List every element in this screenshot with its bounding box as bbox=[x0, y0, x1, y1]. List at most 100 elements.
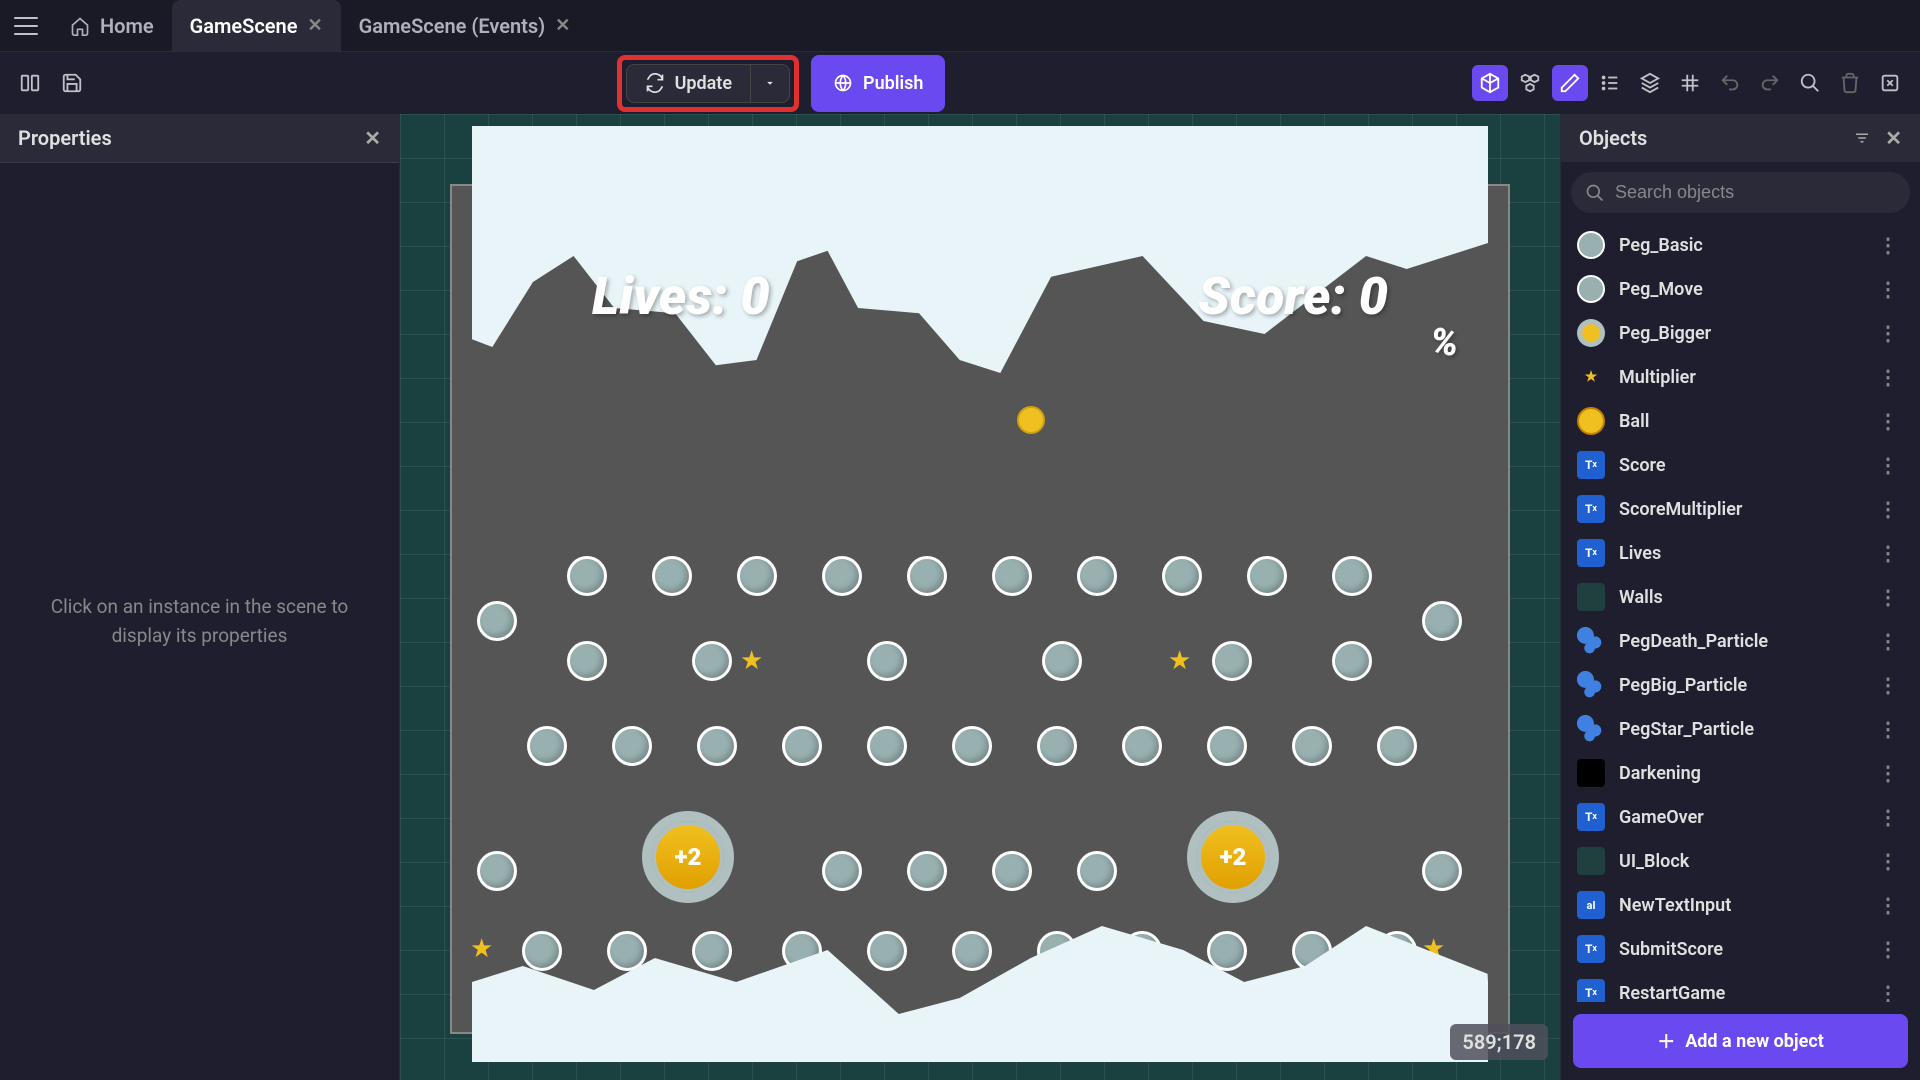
scene-canvas[interactable]: Lives: 0 Score: 0 % ★ ★ bbox=[400, 114, 1560, 1080]
close-objects-button[interactable]: ✕ bbox=[1885, 126, 1902, 150]
object-more-button[interactable]: ⋮ bbox=[1872, 321, 1904, 345]
star-instance[interactable]: ★ bbox=[740, 646, 766, 672]
peg-instance[interactable] bbox=[867, 726, 907, 766]
object-item[interactable]: UI_Block⋮ bbox=[1561, 839, 1920, 883]
peg-instance[interactable] bbox=[1332, 641, 1372, 681]
peg-instance[interactable] bbox=[737, 556, 777, 596]
peg-instance[interactable] bbox=[822, 851, 862, 891]
lives-text[interactable]: Lives: 0 bbox=[592, 266, 770, 327]
object-more-button[interactable]: ⋮ bbox=[1872, 761, 1904, 785]
update-dropdown-button[interactable] bbox=[751, 64, 790, 103]
object-item[interactable]: TxSubmitScore⋮ bbox=[1561, 927, 1920, 971]
peg-instance[interactable] bbox=[1422, 851, 1462, 891]
main-menu-button[interactable] bbox=[0, 0, 52, 52]
objects-search-input[interactable] bbox=[1615, 182, 1896, 203]
tool-grid-button[interactable] bbox=[1672, 65, 1708, 101]
peg-instance[interactable] bbox=[822, 556, 862, 596]
zoom-button[interactable] bbox=[1792, 65, 1828, 101]
object-more-button[interactable]: ⋮ bbox=[1872, 453, 1904, 477]
filter-icon[interactable] bbox=[1853, 129, 1871, 147]
close-icon[interactable]: ✕ bbox=[555, 15, 570, 36]
peg-instance[interactable] bbox=[1122, 726, 1162, 766]
object-item[interactable]: TxScoreMultiplier⋮ bbox=[1561, 487, 1920, 531]
panel-toggle-button[interactable] bbox=[12, 65, 48, 101]
multiplier-text[interactable]: % bbox=[1431, 321, 1458, 365]
undo-button[interactable] bbox=[1712, 65, 1748, 101]
close-icon[interactable]: ✕ bbox=[307, 15, 322, 36]
score-text[interactable]: Score: 0 bbox=[1198, 266, 1388, 327]
settings-button[interactable] bbox=[1872, 65, 1908, 101]
object-item[interactable]: TxLives⋮ bbox=[1561, 531, 1920, 575]
peg-instance[interactable] bbox=[907, 556, 947, 596]
peg-instance[interactable] bbox=[612, 726, 652, 766]
peg-instance[interactable] bbox=[1037, 726, 1077, 766]
peg-instance[interactable] bbox=[1292, 726, 1332, 766]
delete-button[interactable] bbox=[1832, 65, 1868, 101]
object-more-button[interactable]: ⋮ bbox=[1872, 497, 1904, 521]
object-more-button[interactable]: ⋮ bbox=[1872, 541, 1904, 565]
object-item[interactable]: Peg_Bigger⋮ bbox=[1561, 311, 1920, 355]
tab-gamescene[interactable]: GameScene ✕ bbox=[172, 0, 341, 52]
add-object-button[interactable]: ＋ Add a new object bbox=[1573, 1014, 1908, 1068]
object-item[interactable]: Ball⋮ bbox=[1561, 399, 1920, 443]
object-item[interactable]: PegBig_Particle⋮ bbox=[1561, 663, 1920, 707]
object-item[interactable]: TxGameOver⋮ bbox=[1561, 795, 1920, 839]
peg-instance[interactable] bbox=[1042, 641, 1082, 681]
object-item[interactable]: Peg_Move⋮ bbox=[1561, 267, 1920, 311]
peg-instance[interactable] bbox=[952, 931, 992, 971]
object-more-button[interactable]: ⋮ bbox=[1872, 849, 1904, 873]
object-item[interactable]: ★Multiplier⋮ bbox=[1561, 355, 1920, 399]
peg-instance[interactable] bbox=[992, 556, 1032, 596]
peg-instance[interactable] bbox=[1207, 931, 1247, 971]
object-item[interactable]: Peg_Basic⋮ bbox=[1561, 223, 1920, 267]
object-more-button[interactable]: ⋮ bbox=[1872, 981, 1904, 1002]
peg-instance[interactable] bbox=[692, 931, 732, 971]
peg-instance[interactable] bbox=[477, 601, 517, 641]
object-item[interactable]: PegStar_Particle⋮ bbox=[1561, 707, 1920, 751]
peg-instance[interactable] bbox=[867, 931, 907, 971]
peg-instance[interactable] bbox=[567, 641, 607, 681]
peg-instance[interactable] bbox=[1247, 556, 1287, 596]
ball-instance[interactable] bbox=[1017, 406, 1045, 434]
redo-button[interactable] bbox=[1752, 65, 1788, 101]
peg-instance[interactable] bbox=[527, 726, 567, 766]
peg-instance[interactable] bbox=[1422, 601, 1462, 641]
peg-instance[interactable] bbox=[1207, 726, 1247, 766]
peg-instance[interactable] bbox=[1077, 851, 1117, 891]
peg-instance[interactable] bbox=[477, 851, 517, 891]
peg-instance[interactable] bbox=[992, 851, 1032, 891]
save-button[interactable] bbox=[54, 65, 90, 101]
object-item[interactable]: PegDeath_Particle⋮ bbox=[1561, 619, 1920, 663]
publish-button[interactable]: Publish bbox=[811, 55, 945, 112]
peg-instance[interactable] bbox=[1212, 641, 1252, 681]
peg-instance[interactable] bbox=[567, 556, 607, 596]
star-instance[interactable]: ★ bbox=[470, 934, 496, 960]
tool-objects-button[interactable] bbox=[1512, 65, 1548, 101]
peg-bigger-instance[interactable]: +2 bbox=[652, 821, 724, 893]
close-properties-button[interactable]: ✕ bbox=[364, 126, 381, 150]
object-item[interactable]: Walls⋮ bbox=[1561, 575, 1920, 619]
peg-instance[interactable] bbox=[652, 556, 692, 596]
tab-home[interactable]: Home bbox=[52, 0, 172, 52]
object-more-button[interactable]: ⋮ bbox=[1872, 673, 1904, 697]
peg-instance[interactable] bbox=[1332, 556, 1372, 596]
object-item[interactable]: TxRestartGame⋮ bbox=[1561, 971, 1920, 1002]
star-instance[interactable]: ★ bbox=[1168, 646, 1194, 672]
peg-instance[interactable] bbox=[697, 726, 737, 766]
object-more-button[interactable]: ⋮ bbox=[1872, 233, 1904, 257]
tool-3d-button[interactable] bbox=[1472, 65, 1508, 101]
object-more-button[interactable]: ⋮ bbox=[1872, 893, 1904, 917]
tool-list-button[interactable] bbox=[1592, 65, 1628, 101]
peg-instance[interactable] bbox=[692, 641, 732, 681]
peg-instance[interactable] bbox=[1162, 556, 1202, 596]
object-more-button[interactable]: ⋮ bbox=[1872, 717, 1904, 741]
object-more-button[interactable]: ⋮ bbox=[1872, 937, 1904, 961]
peg-instance[interactable] bbox=[867, 641, 907, 681]
object-more-button[interactable]: ⋮ bbox=[1872, 277, 1904, 301]
object-item[interactable]: TxScore⋮ bbox=[1561, 443, 1920, 487]
tool-edit-button[interactable] bbox=[1552, 65, 1588, 101]
tab-gamescene-events[interactable]: GameScene (Events) ✕ bbox=[341, 0, 589, 52]
object-more-button[interactable]: ⋮ bbox=[1872, 629, 1904, 653]
object-more-button[interactable]: ⋮ bbox=[1872, 365, 1904, 389]
tool-layers-button[interactable] bbox=[1632, 65, 1668, 101]
